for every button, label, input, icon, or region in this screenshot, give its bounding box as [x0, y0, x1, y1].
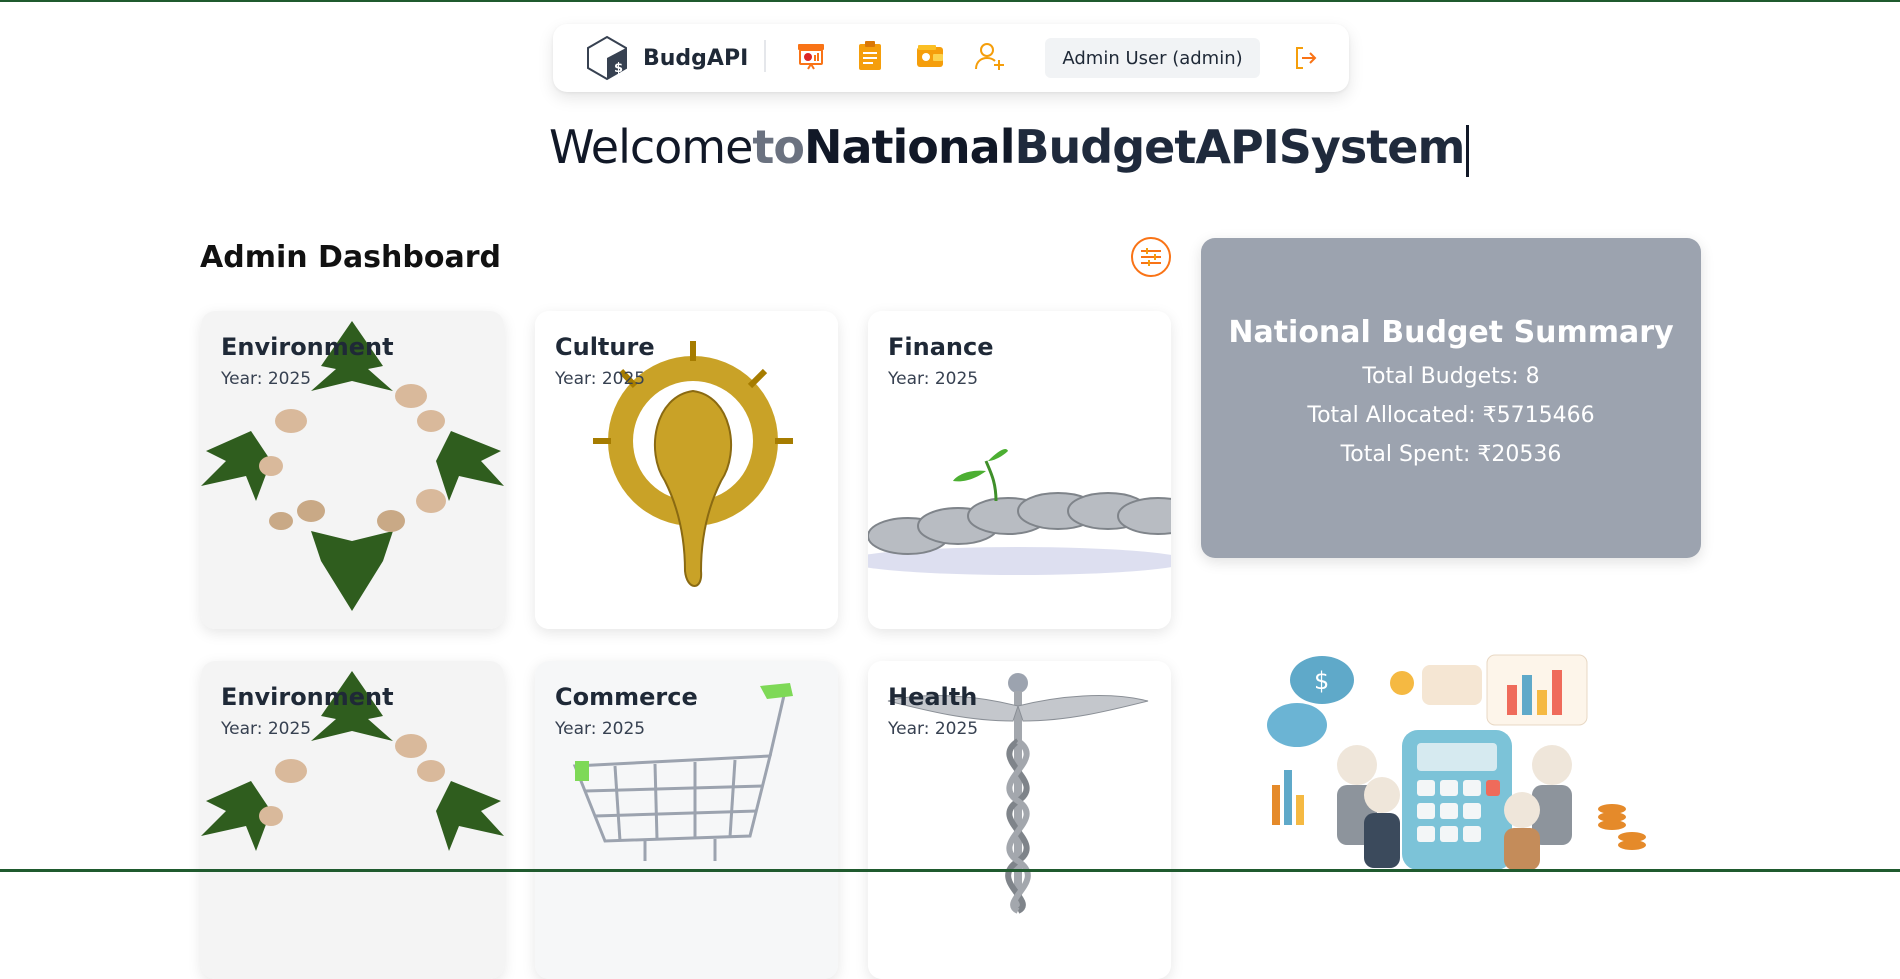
top-border	[0, 0, 1900, 2]
welcome-word-4: BudgetAPISystem	[1014, 120, 1465, 174]
national-budget-summary: National Budget Summary Total Budgets: 8…	[1201, 238, 1701, 558]
summary-title: National Budget Summary	[1228, 315, 1674, 350]
add-user-icon[interactable]	[972, 38, 1008, 74]
total-spent: Total Spent: ₹20536	[1340, 442, 1562, 467]
card-title: Culture	[555, 333, 655, 361]
welcome-heading: WelcometoNationalBudgetAPISystem	[549, 120, 1470, 180]
brand[interactable]: $ BudgAPI	[583, 34, 748, 82]
card-year: Year: 2025	[555, 719, 646, 739]
welcome-word-1: Welcome	[549, 120, 753, 174]
total-allocated: Total Allocated: ₹5715466	[1307, 403, 1595, 428]
budget-card-environment[interactable]: Environment Year: 2025	[201, 661, 504, 979]
svg-text:$: $	[614, 61, 623, 76]
budgapi-logo-icon: $	[587, 35, 627, 81]
card-title: Environment	[221, 333, 394, 361]
wallet-icon[interactable]	[912, 38, 948, 74]
filter-settings-button[interactable]	[1131, 237, 1171, 277]
welcome-word-2: to	[752, 120, 805, 174]
total-budgets: Total Budgets: 8	[1362, 364, 1540, 389]
budget-chart-icon[interactable]	[793, 38, 829, 74]
budget-card-finance[interactable]: Finance Year: 2025	[868, 311, 1171, 629]
logout-icon[interactable]	[1288, 40, 1324, 76]
current-user-label: Admin User (admin)	[1045, 38, 1260, 78]
finance-team-illustration: $	[1212, 645, 1692, 870]
card-title: Environment	[221, 683, 394, 711]
nav-divider	[764, 40, 766, 72]
card-year: Year: 2025	[555, 369, 646, 389]
card-title: Commerce	[555, 683, 698, 711]
budget-card-health[interactable]: Health Year: 2025	[868, 661, 1171, 979]
budget-card-environment[interactable]: Environment Year: 2025	[201, 311, 504, 629]
card-year: Year: 2025	[221, 719, 312, 739]
sliders-icon	[1141, 248, 1161, 266]
card-year: Year: 2025	[888, 369, 979, 389]
welcome-word-3: National	[804, 120, 1015, 174]
dashboard-title: Admin Dashboard	[200, 240, 501, 275]
budget-card-culture[interactable]: Culture Year: 2025	[535, 311, 838, 629]
card-title: Health	[888, 683, 978, 711]
typing-caret	[1466, 124, 1470, 177]
card-year: Year: 2025	[888, 719, 979, 739]
budget-card-commerce[interactable]: Commerce Year: 2025	[535, 661, 838, 979]
card-title: Finance	[888, 333, 994, 361]
svg-text:$: $	[1314, 667, 1329, 695]
top-navbar: $ BudgAPI Admin User (admin)	[553, 24, 1349, 92]
brand-name: BudgAPI	[643, 45, 749, 71]
card-year: Year: 2025	[221, 369, 312, 389]
clipboard-icon[interactable]	[852, 38, 888, 74]
